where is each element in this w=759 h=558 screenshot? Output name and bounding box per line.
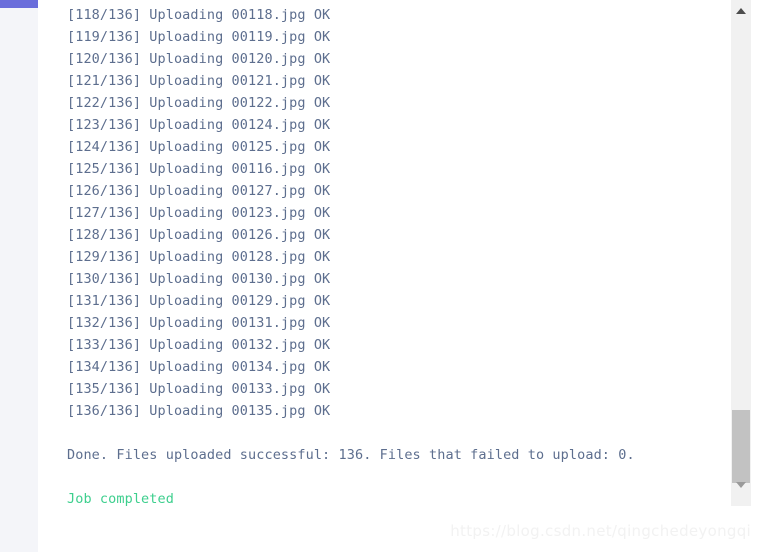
log-line: [119/136] Uploading 00119.jpg OK [67,29,331,45]
log-line: [121/136] Uploading 00121.jpg OK [67,73,331,89]
log-line: [128/136] Uploading 00126.jpg OK [67,227,331,243]
console-scrollbar[interactable] [731,0,751,506]
watermark-url: https://blog.csdn.net/qingchedeyongqi [450,522,751,540]
log-line: [136/136] Uploading 00135.jpg OK [67,403,331,419]
left-sidebar-rail [0,0,38,552]
triangle-up-icon [736,8,746,14]
log-line: [122/136] Uploading 00122.jpg OK [67,95,331,111]
console-output-panel: [118/136] Uploading 00118.jpg OK [119/13… [38,0,759,506]
log-line: [135/136] Uploading 00133.jpg OK [67,381,331,397]
scroll-down-button[interactable] [731,476,751,494]
job-status-text: Job completed [67,491,174,506]
log-blank-line [67,422,721,444]
log-line: [130/136] Uploading 00130.jpg OK [67,271,331,287]
scrollbar-thumb[interactable] [732,410,750,483]
log-line: [118/136] Uploading 00118.jpg OK [67,7,331,23]
scroll-up-button[interactable] [731,2,751,20]
log-line: [129/136] Uploading 00128.jpg OK [67,249,331,265]
log-line: [134/136] Uploading 00134.jpg OK [67,359,331,375]
log-line: [127/136] Uploading 00123.jpg OK [67,205,331,221]
console-log-area[interactable]: [118/136] Uploading 00118.jpg OK [119/13… [38,0,721,506]
log-line: [124/136] Uploading 00125.jpg OK [67,139,331,155]
log-blank-line [67,466,721,488]
log-line: [133/136] Uploading 00132.jpg OK [67,337,331,353]
log-line: [132/136] Uploading 00131.jpg OK [67,315,331,331]
log-line: [125/136] Uploading 00116.jpg OK [67,161,331,177]
triangle-down-icon [736,482,746,488]
log-line: [120/136] Uploading 00120.jpg OK [67,51,331,67]
upload-summary-text: Done. Files uploaded successful: 136. Fi… [67,447,635,463]
sidebar-accent-bar [0,0,38,8]
log-line: [123/136] Uploading 00124.jpg OK [67,117,331,133]
log-line: [126/136] Uploading 00127.jpg OK [67,183,331,199]
log-line: [131/136] Uploading 00129.jpg OK [67,293,331,309]
